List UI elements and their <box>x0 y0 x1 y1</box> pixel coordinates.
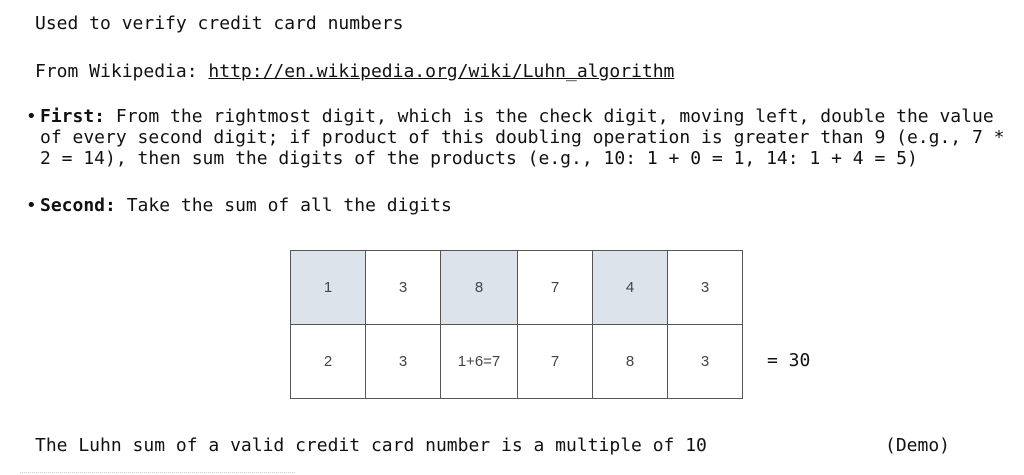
digit-cell: 3 <box>667 250 743 325</box>
digit-cell: 8 <box>592 324 668 399</box>
bullet-first-text: First: From the rightmost digit, which i… <box>40 106 1010 169</box>
demo-link[interactable]: (Demo) <box>885 435 950 456</box>
digit-cell: 3 <box>667 324 743 399</box>
digit-cell: 2 <box>290 324 366 399</box>
table-row-original: 1 3 8 7 4 3 <box>290 250 743 325</box>
digit-cell: 4 <box>592 250 668 325</box>
bullet-icon: • <box>26 106 37 127</box>
digit-cell: 3 <box>365 324 441 399</box>
table-row-processed: 2 3 1+6=7 7 8 3 <box>290 324 743 399</box>
digit-cell: 1+6=7 <box>440 324 518 399</box>
digit-cell: 8 <box>440 250 518 325</box>
digit-cell: 7 <box>517 324 593 399</box>
source-prefix: From Wikipedia: <box>35 61 209 82</box>
conclusion-text: The Luhn sum of a valid credit card numb… <box>35 435 707 456</box>
luhn-digits-table: 1 3 8 7 4 3 2 3 1+6=7 7 8 3 <box>290 250 743 399</box>
digit-cell: 7 <box>517 250 593 325</box>
bullet-second-label: Second: <box>40 195 116 216</box>
bullet-first-label: First: <box>40 106 106 127</box>
digit-cell: 1 <box>290 250 366 325</box>
divider <box>20 472 295 473</box>
bullet-first-body: From the rightmost digit, which is the c… <box>40 106 1005 169</box>
sum-result: = 30 <box>767 350 811 371</box>
wikipedia-link[interactable]: http://en.wikipedia.org/wiki/Luhn_algori… <box>208 61 674 82</box>
digit-cell: 3 <box>365 250 441 325</box>
intro-text: Used to verify credit card numbers <box>35 13 404 34</box>
source-line: From Wikipedia: http://en.wikipedia.org/… <box>35 61 674 82</box>
bullet-second-body: Take the sum of all the digits <box>115 195 452 216</box>
bullet-second-text: Second: Take the sum of all the digits <box>40 195 1010 216</box>
bullet-icon: • <box>26 195 37 216</box>
